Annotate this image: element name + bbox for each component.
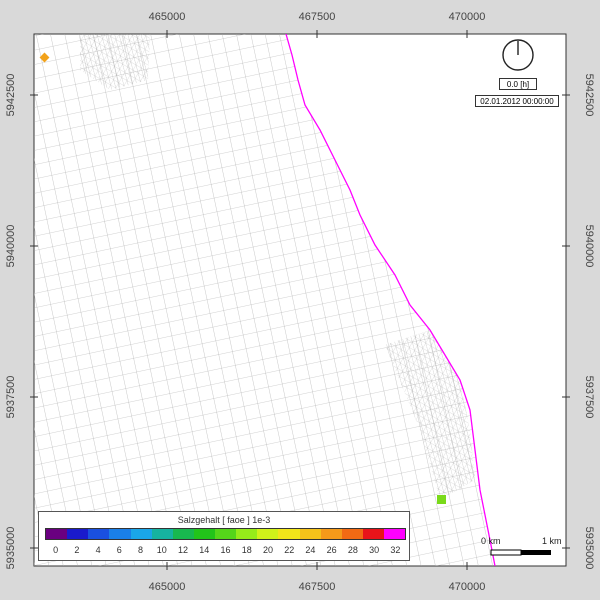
colorbar-swatch: [341, 529, 363, 539]
scale-start-label: 0 km: [481, 536, 501, 546]
colorbar-tick-label: 2: [74, 545, 80, 555]
colorbar-swatch: [215, 529, 237, 539]
colorbar-swatch: [299, 529, 321, 539]
colorbar-swatch: [384, 529, 406, 539]
colorbar-swatch: [88, 529, 110, 539]
colorbar-swatch: [362, 529, 384, 539]
colorbar-swatch: [46, 529, 68, 539]
colorbar-swatch: [109, 529, 131, 539]
colorbar-tick-label: 0: [53, 545, 59, 555]
y-tick-label-left: 5942500: [5, 74, 17, 117]
colorbar-tick-label: 14: [199, 545, 210, 555]
colorbar-tick-label: 24: [305, 545, 316, 555]
colorbar-tick-label: 28: [347, 545, 358, 555]
colorbar-tick-label: 4: [95, 545, 101, 555]
colorbar-tick-label: 8: [138, 545, 144, 555]
x-tick-label-bottom: 465000: [149, 581, 186, 593]
colorbar-tick-label: 20: [262, 545, 273, 555]
y-tick-label-right: 5937500: [583, 376, 595, 419]
x-tick-label-top: 467500: [299, 11, 336, 23]
colorbar-swatch: [257, 529, 279, 539]
colorbar-tick-label: 18: [241, 545, 252, 555]
x-tick-label-top: 470000: [449, 11, 486, 23]
x-tick-label-bottom: 470000: [449, 581, 486, 593]
y-tick-label-right: 5940000: [583, 225, 595, 268]
colorbar-swatch: [278, 529, 300, 539]
colorbar-tick-label: 32: [390, 545, 401, 555]
colorbar-swatch: [67, 529, 89, 539]
colorbar-swatch: [320, 529, 342, 539]
colorbar-swatch: [151, 529, 173, 539]
colorbar-tick-label: 26: [326, 545, 337, 555]
colorbar-swatch: [193, 529, 215, 539]
colorbar-tick-label: 10: [156, 545, 167, 555]
colorbar-tick-label: 6: [116, 545, 122, 555]
colorbar-labels: 0 2 4 6 8 10 12 14 16 18 20 22 24 26 28 30 32: [45, 545, 406, 557]
y-tick-label-left: 5940000: [5, 225, 17, 268]
x-tick-label-bottom: 467500: [299, 581, 336, 593]
colorbar-tick-label: 30: [369, 545, 380, 555]
y-tick-label-right: 5935000: [583, 527, 595, 570]
y-tick-label-left: 5937500: [5, 376, 17, 419]
colorbar-swatch: [236, 529, 258, 539]
date-label: 02.01.2012 00:00:00: [475, 95, 559, 107]
scale-bar-white: [490, 549, 522, 556]
colorbar-legend: Salzgehalt [ faoe ] 1e-3 0 2 4 6 8 10 12 14 16 18…: [38, 511, 410, 561]
scale-end-label: 1 km: [542, 536, 562, 546]
time-label: 0.0 [h]: [499, 78, 537, 90]
y-tick-label-left: 5935000: [5, 527, 17, 570]
colorbar-tick-label: 16: [220, 545, 231, 555]
colorbar-swatch: [172, 529, 194, 539]
colorbar-tick-label: 12: [178, 545, 189, 555]
legend-title: Salzgehalt [ faoe ] 1e-3: [177, 515, 271, 525]
green-marker[interactable]: [437, 495, 446, 504]
colorbar-tick-label: 22: [284, 545, 295, 555]
colorbar: [45, 528, 406, 540]
x-tick-label-top: 465000: [149, 11, 186, 23]
y-tick-label-right: 5942500: [583, 74, 595, 117]
colorbar-swatch: [130, 529, 152, 539]
scale-bar-black: [521, 550, 551, 555]
